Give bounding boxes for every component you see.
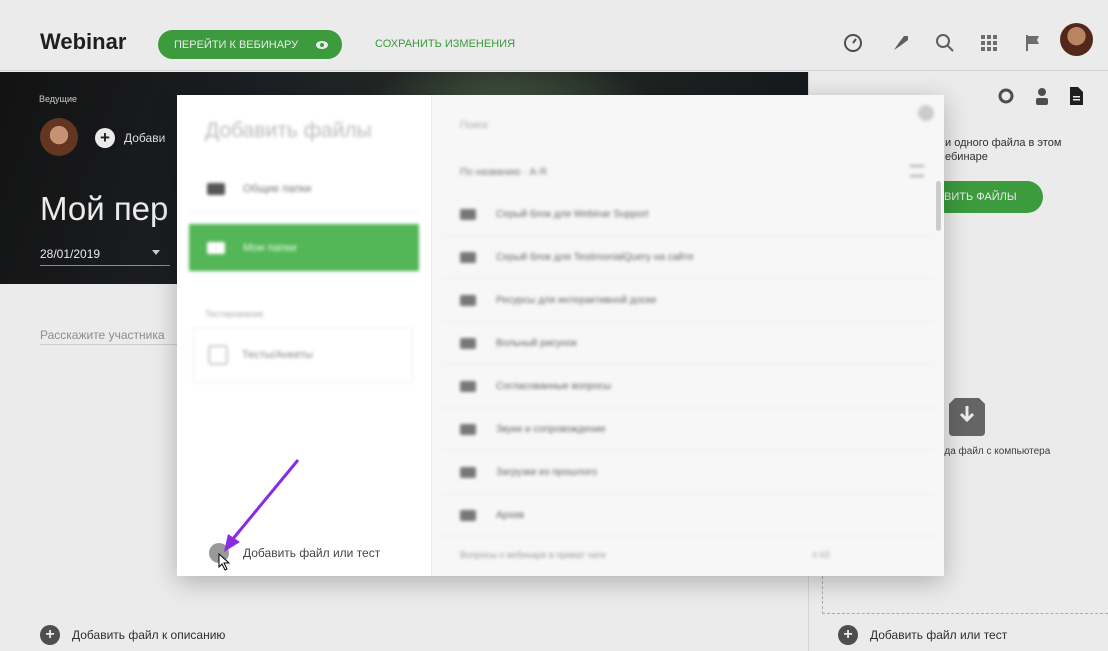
mouse-cursor-icon — [218, 553, 231, 571]
annotation-arrow — [224, 459, 300, 552]
